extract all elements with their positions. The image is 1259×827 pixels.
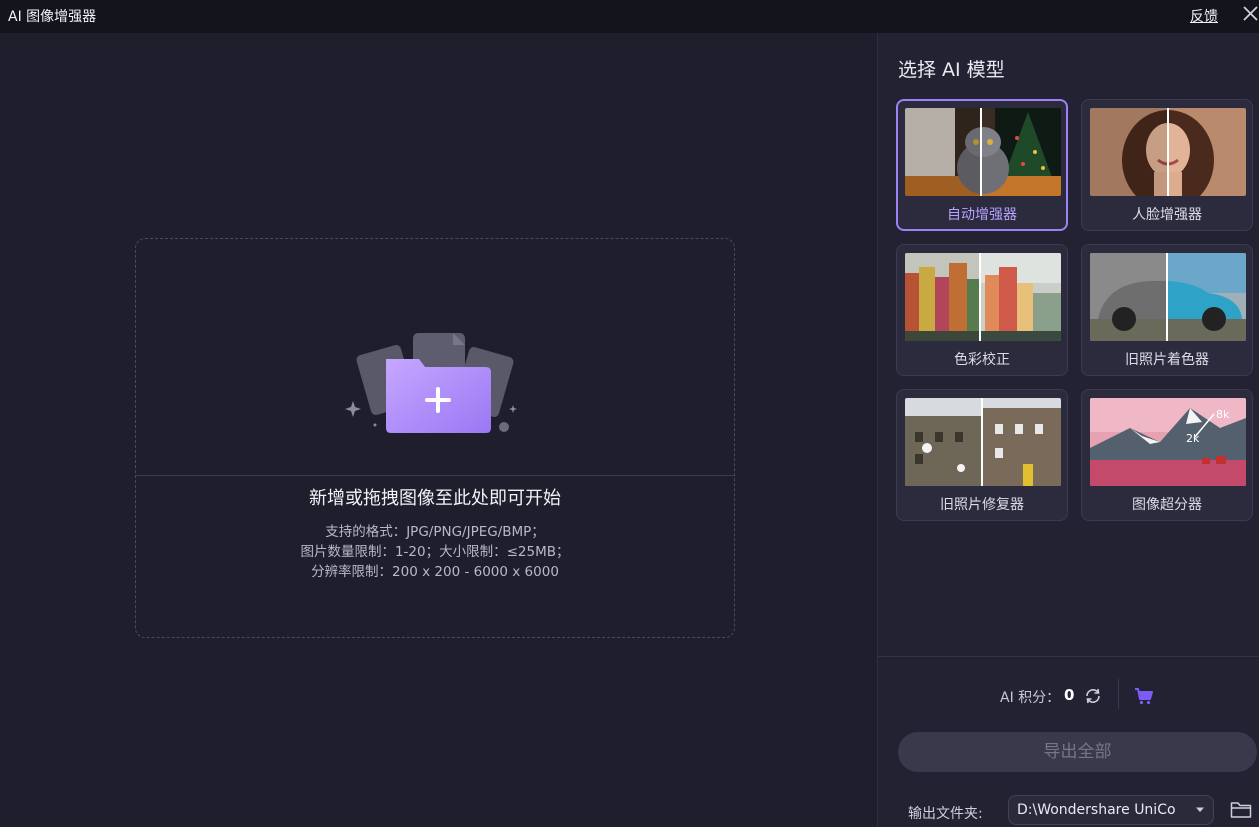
model-panel: 选择 AI 模型 自动增强器 人脸增强器 色彩校正 旧照片着色器 旧照片修复器 … xyxy=(877,33,1259,827)
open-folder-icon[interactable] xyxy=(1230,800,1252,819)
main-area: 新增或拖拽图像至此处即可开始 支持的格式：JPG/PNG/JPEG/BMP； 图… xyxy=(0,33,877,827)
export-all-button[interactable]: 导出全部 xyxy=(898,732,1257,772)
photo-restorer-thumbnail xyxy=(905,398,1061,486)
panel-divider xyxy=(878,656,1259,657)
model-card-face-enhancer[interactable]: 人脸增强器 xyxy=(1081,99,1253,231)
title-bar: AI 图像增强器 反馈 xyxy=(0,0,1259,33)
color-correction-thumbnail xyxy=(905,253,1061,341)
output-folder-select[interactable]: D:\Wondershare UniCo xyxy=(1008,795,1214,825)
model-label-photo-colorizer: 旧照片着色器 xyxy=(1125,352,1209,368)
drop-zone-title: 新增或拖拽图像至此处即可开始 xyxy=(309,488,561,509)
cart-icon[interactable] xyxy=(1134,687,1154,705)
output-folder-path: D:\Wondershare UniCo xyxy=(1017,802,1176,818)
image-drop-zone[interactable]: 新增或拖拽图像至此处即可开始 支持的格式：JPG/PNG/JPEG/BMP； 图… xyxy=(135,238,735,638)
ai-credits-label: AI 积分： xyxy=(1000,690,1061,706)
close-icon[interactable] xyxy=(1240,3,1259,25)
upscale-high-label: 8k xyxy=(1216,408,1230,421)
resolution-text: 分辨率限制：200 x 200 - 6000 x 6000 xyxy=(311,564,559,580)
model-label-auto-enhancer: 自动增强器 xyxy=(947,207,1017,223)
output-folder-label: 输出文件夹: xyxy=(908,806,983,822)
ai-credits-value: 0 xyxy=(1064,686,1075,704)
drop-zone-divider xyxy=(136,475,734,476)
photo-colorizer-thumbnail xyxy=(1090,253,1246,341)
model-card-auto-enhancer[interactable]: 自动增强器 xyxy=(896,99,1068,231)
model-label-face-enhancer: 人脸增强器 xyxy=(1132,207,1202,223)
model-label-image-upscaler: 图像超分器 xyxy=(1132,497,1202,513)
feedback-link[interactable]: 反馈 xyxy=(1190,6,1218,26)
supported-formats-text: 支持的格式：JPG/PNG/JPEG/BMP； xyxy=(325,524,545,540)
face-enhancer-thumbnail xyxy=(1090,108,1246,196)
model-label-color-correction: 色彩校正 xyxy=(954,352,1010,368)
image-upscaler-thumbnail: 2k 8k xyxy=(1090,398,1246,486)
chevron-down-icon xyxy=(1196,807,1204,812)
model-card-color-correction[interactable]: 色彩校正 xyxy=(896,244,1068,376)
add-folder-icon xyxy=(345,333,517,433)
model-card-photo-restorer[interactable]: 旧照片修复器 xyxy=(896,389,1068,521)
panel-title: 选择 AI 模型 xyxy=(898,59,1005,81)
refresh-icon[interactable] xyxy=(1084,687,1102,705)
model-card-photo-colorizer[interactable]: 旧照片着色器 xyxy=(1081,244,1253,376)
auto-enhancer-thumbnail xyxy=(905,108,1061,196)
credits-divider xyxy=(1118,679,1119,709)
model-card-image-upscaler[interactable]: 2k 8k 图像超分器 xyxy=(1081,389,1253,521)
app-title: AI 图像增强器 xyxy=(8,9,97,25)
model-label-photo-restorer: 旧照片修复器 xyxy=(940,497,1024,513)
limits-text: 图片数量限制：1-20；大小限制：≤25MB； xyxy=(300,544,570,560)
upscale-low-label: 2k xyxy=(1186,432,1200,445)
